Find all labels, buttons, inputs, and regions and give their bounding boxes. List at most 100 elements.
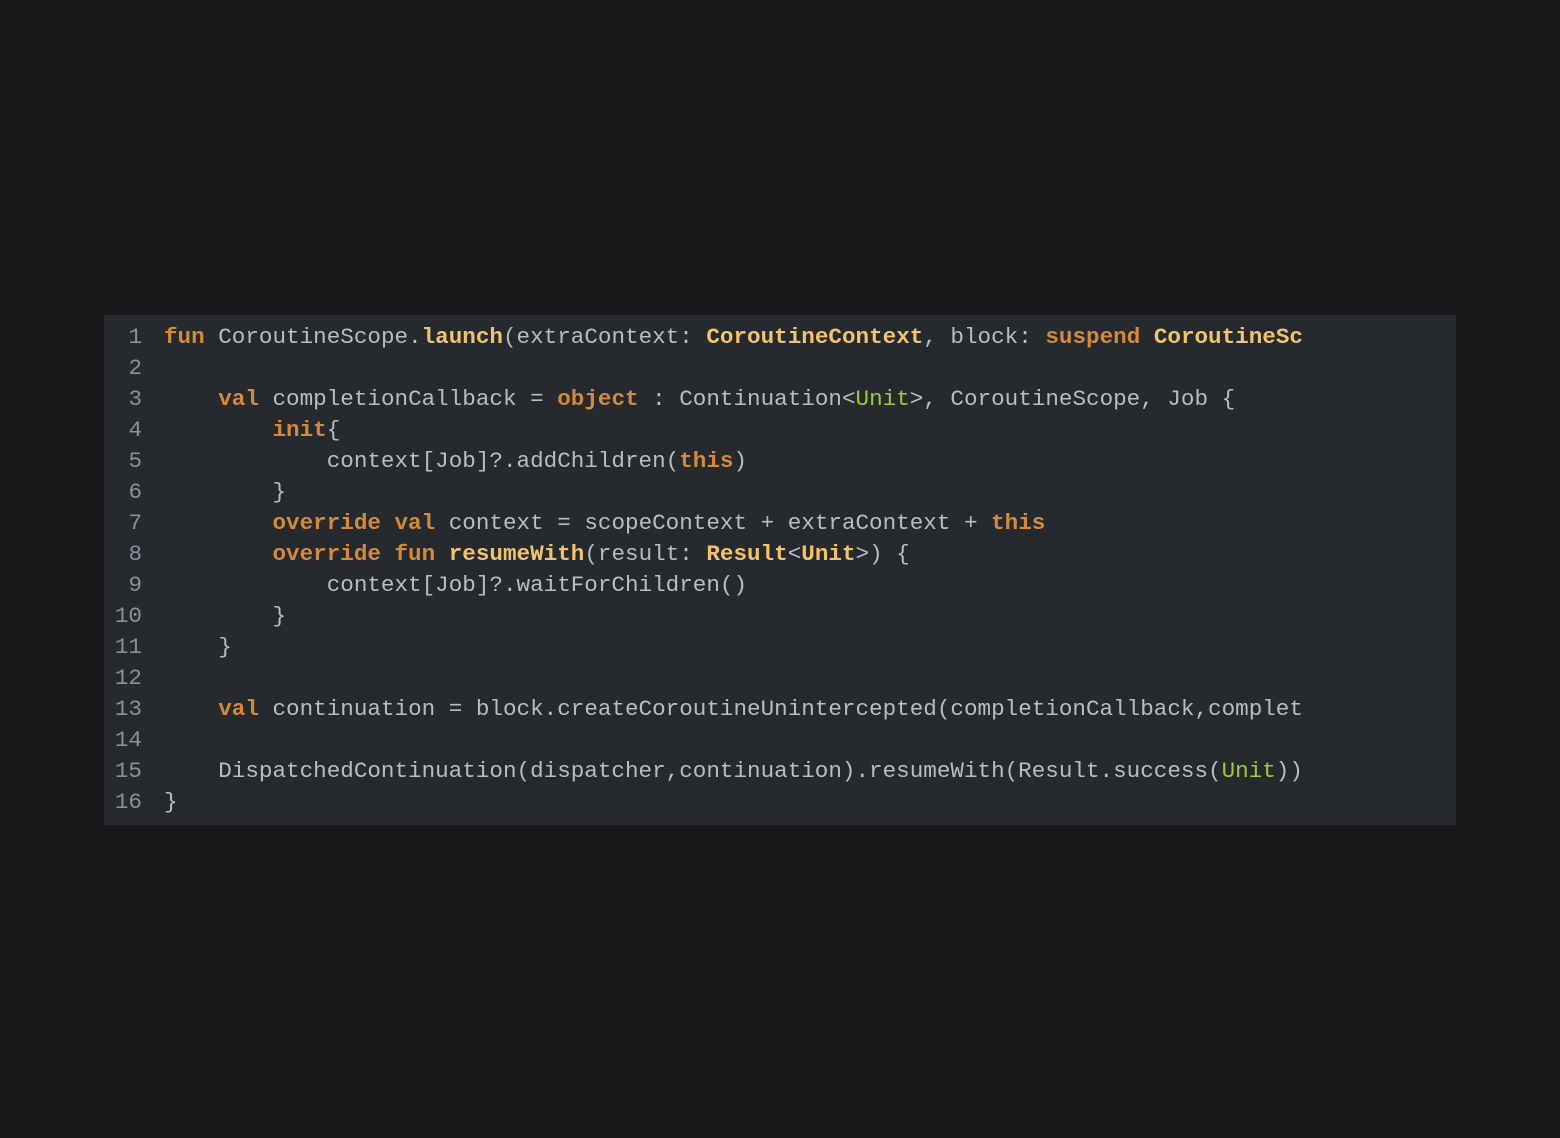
line-number: 10 xyxy=(114,603,142,629)
code-token-gen: Unit xyxy=(855,386,910,412)
code-line: 13 val continuation = block.createCorout… xyxy=(104,694,1456,725)
code-token-type: Result xyxy=(706,541,788,567)
code-token-plain: } xyxy=(164,789,178,815)
line-number: 5 xyxy=(128,448,142,474)
code-token-plain: >) { xyxy=(855,541,910,567)
line-number: 6 xyxy=(128,479,142,505)
line-source: fun CoroutineScope.launch(extraContext: … xyxy=(142,322,1303,353)
code-line: 1 fun CoroutineScope.launch(extraContext:… xyxy=(104,322,1456,353)
line-number: 9 xyxy=(128,572,142,598)
code-token-plain: : Continuation< xyxy=(638,386,856,412)
line-number: 12 xyxy=(114,665,142,691)
line-source: } xyxy=(142,601,286,632)
code-block: 1 fun CoroutineScope.launch(extraContext:… xyxy=(104,322,1456,818)
code-token-type: CoroutineContext xyxy=(706,324,924,350)
line-number: 11 xyxy=(114,634,142,660)
code-token-kw: val xyxy=(218,386,259,412)
line-source: override val context = scopeContext + ex… xyxy=(142,508,1045,539)
code-token-type: Unit xyxy=(801,541,856,567)
code-token-plain: ) xyxy=(733,448,748,474)
code-token-kw: this xyxy=(679,448,734,474)
code-token-plain: )) xyxy=(1275,758,1303,784)
line-source: } xyxy=(142,787,178,818)
code-token-kw: override xyxy=(272,510,381,536)
line-number: 13 xyxy=(114,696,142,722)
line-source: context[Job]?.waitForChildren() xyxy=(142,570,747,601)
code-line: 6 } xyxy=(104,477,1456,508)
code-line: 2 xyxy=(104,353,1456,384)
code-snippet-panel: 1 fun CoroutineScope.launch(extraContext:… xyxy=(104,315,1456,825)
code-line: 16} xyxy=(104,787,1456,818)
code-token-gen: Unit xyxy=(1221,758,1276,784)
line-source: } xyxy=(142,477,286,508)
code-line: 11 } xyxy=(104,632,1456,663)
code-line: 9 context[Job]?.waitForChildren() xyxy=(104,570,1456,601)
page-background: 1 fun CoroutineScope.launch(extraContext:… xyxy=(0,0,1560,1138)
line-source: } xyxy=(142,632,232,663)
code-token-plain: DispatchedContinuation(dispatcher,contin… xyxy=(164,758,1222,784)
code-token-kw: fun xyxy=(164,324,205,350)
code-line: 14 xyxy=(104,725,1456,756)
line-source: context[Job]?.addChildren(this) xyxy=(142,446,747,477)
code-token-kw: val xyxy=(394,510,436,536)
code-token-plain: (result: xyxy=(584,541,707,567)
code-token-kw: override xyxy=(272,541,381,567)
code-line: 7 override val context = scopeContext + … xyxy=(104,508,1456,539)
line-source xyxy=(142,725,164,756)
line-source: val completionCallback = object : Contin… xyxy=(142,384,1235,415)
code-token-plain: { xyxy=(326,417,341,443)
code-line: 8 override fun resumeWith(result: Result… xyxy=(104,539,1456,570)
code-token-fn: resumeWith xyxy=(448,541,585,567)
code-token-plain: (extraContext: xyxy=(502,324,707,350)
code-token-kw: this xyxy=(991,510,1046,536)
code-token-plain: } xyxy=(164,479,287,505)
code-token-kw: val xyxy=(218,696,259,722)
line-source: override fun resumeWith(result: Result<U… xyxy=(142,539,910,570)
line-number: 7 xyxy=(128,510,142,536)
code-token-kw: suspend xyxy=(1045,324,1141,350)
code-line: 15 DispatchedContinuation(dispatcher,con… xyxy=(104,756,1456,787)
code-token-plain: , block: xyxy=(923,324,1046,350)
code-line: 10 } xyxy=(104,601,1456,632)
code-token-plain: CoroutineScope. xyxy=(204,324,422,350)
code-token-plain: } xyxy=(164,634,232,660)
line-number: 3 xyxy=(128,386,142,412)
code-token-plain: context = scopeContext + extraContext + xyxy=(435,510,992,536)
code-token-plain: completionCallback = xyxy=(258,386,558,412)
line-number: 2 xyxy=(128,355,142,381)
line-source xyxy=(142,353,164,384)
line-source xyxy=(142,663,164,694)
code-token-plain: continuation = block.createCoroutineUnin… xyxy=(258,696,1303,722)
line-number: 14 xyxy=(114,727,142,753)
code-token-plain: context[Job]?.waitForChildren() xyxy=(164,572,748,598)
line-number: 15 xyxy=(114,758,142,784)
code-token-kw: init xyxy=(272,417,327,443)
line-source: init{ xyxy=(142,415,340,446)
code-token-plain: >, CoroutineScope, Job { xyxy=(909,386,1236,412)
line-number: 8 xyxy=(128,541,142,567)
line-number: 1 xyxy=(128,324,142,350)
line-source: val continuation = block.createCoroutine… xyxy=(142,694,1303,725)
line-number: 16 xyxy=(114,789,142,815)
line-number: 4 xyxy=(128,417,142,443)
code-token-plain: context[Job]?.addChildren( xyxy=(164,448,680,474)
code-token-type: CoroutineSc xyxy=(1153,324,1303,350)
code-line: 5 context[Job]?.addChildren(this) xyxy=(104,446,1456,477)
code-line: 4 init{ xyxy=(104,415,1456,446)
code-token-kw: fun xyxy=(394,541,436,567)
code-token-kw: object xyxy=(557,386,639,412)
code-token-plain: } xyxy=(164,603,287,629)
code-token-fn: launch xyxy=(421,324,503,350)
code-line: 12 xyxy=(104,663,1456,694)
code-token-plain: < xyxy=(787,541,802,567)
code-line: 3 val completionCallback = object : Cont… xyxy=(104,384,1456,415)
